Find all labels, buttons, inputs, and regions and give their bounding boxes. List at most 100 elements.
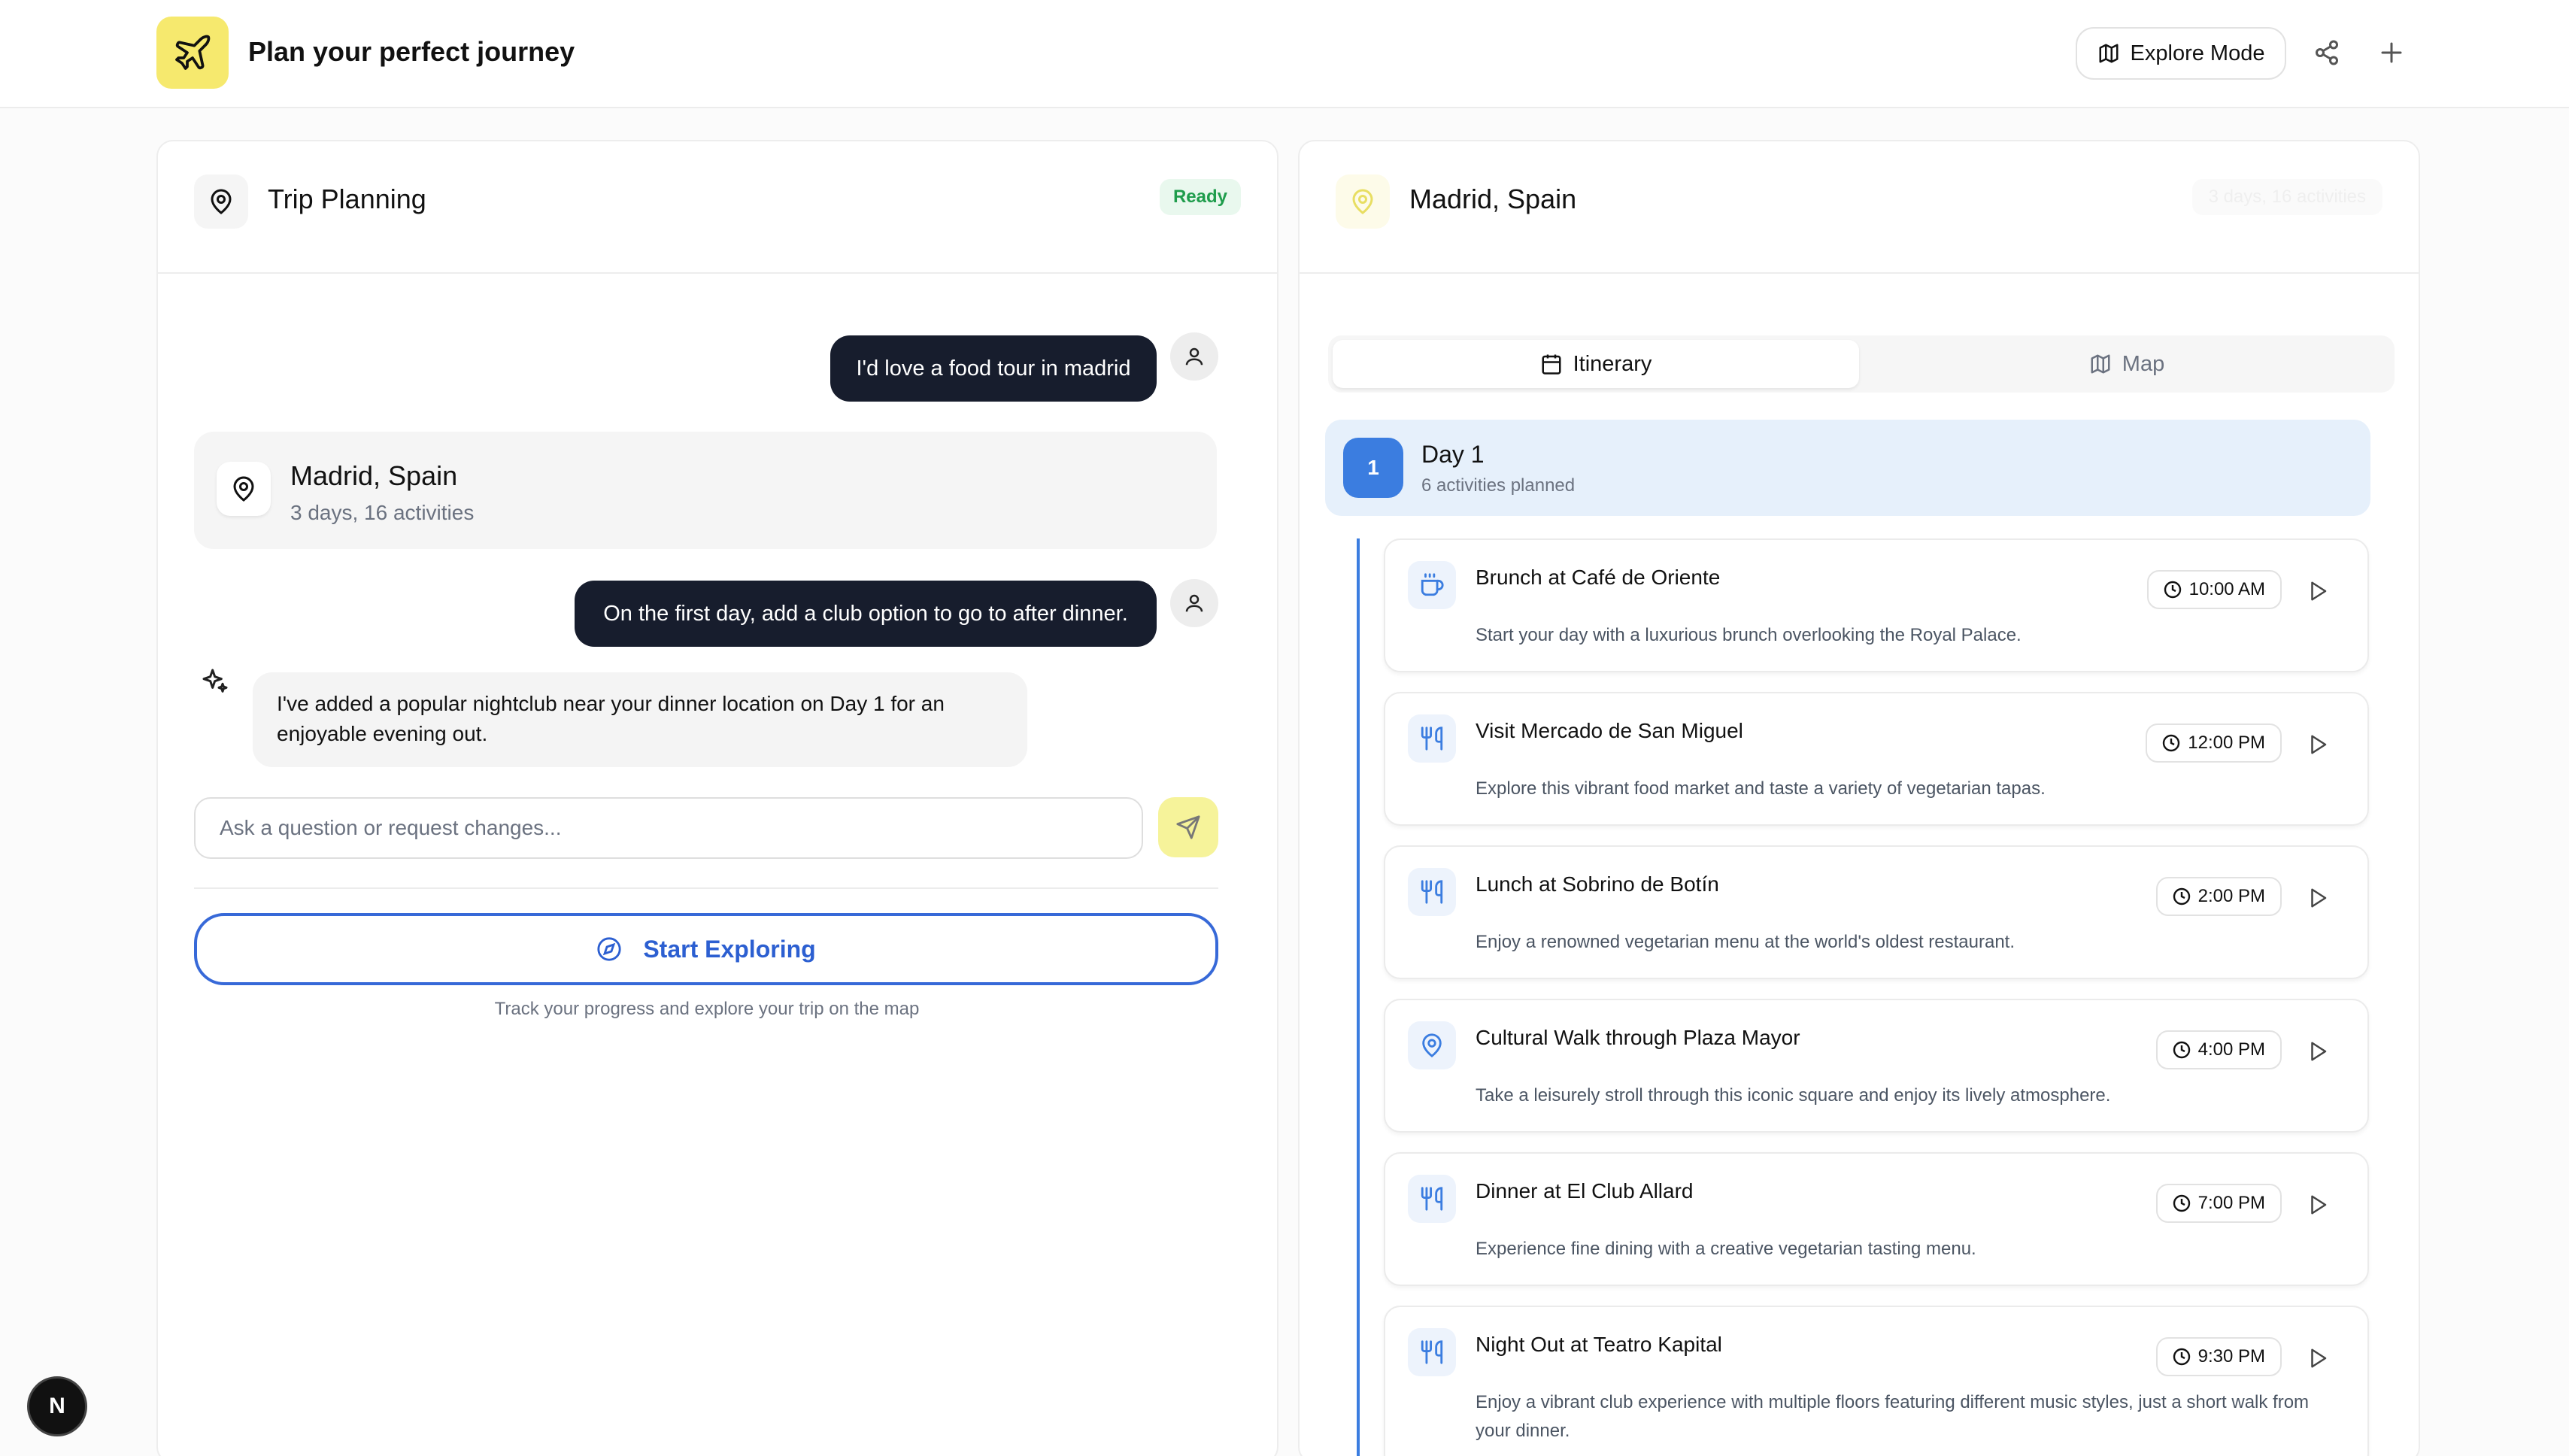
play-button[interactable] <box>2303 1036 2333 1066</box>
share-button[interactable] <box>2310 36 2343 69</box>
tab-map-label: Map <box>2122 351 2165 376</box>
trip-planning-panel: Trip Planning Ready I'd love a food tour… <box>156 140 1278 1456</box>
app-title: Plan your perfect journey <box>248 36 575 67</box>
utensils-icon <box>1421 880 1443 904</box>
activity-title: Dinner at El Club Allard <box>1476 1179 1694 1203</box>
activity-description: Take a leisurely stroll through this ico… <box>1476 1085 2111 1106</box>
activity-description: Enjoy a vibrant club experience with mul… <box>1476 1392 2310 1441</box>
map-pin-icon <box>1422 1033 1442 1057</box>
clock-icon <box>2173 887 2190 905</box>
clock-icon <box>2173 1194 2190 1212</box>
play-icon <box>2311 1348 2327 1368</box>
tab-itinerary-label: Itinerary <box>1573 351 1652 376</box>
activity-card[interactable]: Visit Mercado de San Miguel 12:00 PM Exp… <box>1384 692 2369 826</box>
play-button[interactable] <box>2303 730 2333 760</box>
activity-icon-container <box>1408 1328 1456 1376</box>
activity-title: Lunch at Sobrino de Botín <box>1476 872 1719 896</box>
day-number-badge: 1 <box>1343 438 1403 498</box>
map-icon <box>2099 44 2119 63</box>
play-button[interactable] <box>2303 576 2333 606</box>
clock-icon <box>2164 581 2181 599</box>
play-button[interactable] <box>2303 883 2333 913</box>
destination-subtitle: 3 days, 16 activities <box>290 501 475 524</box>
divider <box>194 887 1218 889</box>
new-trip-button[interactable] <box>2375 36 2408 69</box>
activity-title: Brunch at Café de Oriente <box>1476 566 1721 589</box>
view-tabs: Itinerary Map <box>1328 335 2395 393</box>
trip-planning-title: Trip Planning <box>268 184 426 214</box>
destination-title: Madrid, Spain <box>1409 184 1577 214</box>
dev-tools-badge[interactable]: N <box>27 1376 87 1436</box>
activity-time-label: 4:00 PM <box>2197 1039 2265 1060</box>
start-exploring-hint: Track your progress and explore your tri… <box>494 999 920 1019</box>
calendar-icon <box>1542 354 1561 375</box>
plus-icon <box>2381 42 2402 63</box>
utensils-icon <box>1421 1340 1443 1364</box>
activity-title: Visit Mercado de San Miguel <box>1476 719 1743 742</box>
top-bar: Plan your perfect journey Explore Mode <box>0 0 2569 108</box>
user-icon <box>1185 347 1203 366</box>
start-exploring-label: Start Exploring <box>643 935 816 963</box>
activity-time-label: 2:00 PM <box>2197 886 2265 906</box>
activity-card[interactable]: Brunch at Café de Oriente 10:00 AM Start… <box>1384 538 2369 672</box>
activity-description: Start your day with a luxurious brunch o… <box>1476 625 2022 645</box>
clock-icon <box>2163 734 2180 752</box>
destination-pin-container <box>217 462 271 516</box>
activity-time: 7:00 PM <box>2155 1184 2282 1223</box>
clock-icon <box>2173 1348 2190 1366</box>
activity-card[interactable]: Night Out at Teatro Kapital 9:30 PM Enjo… <box>1384 1306 2369 1456</box>
sparkles-icon <box>202 669 228 693</box>
day-header[interactable]: 1 Day 1 6 activities planned <box>1325 420 2370 516</box>
explore-mode-button[interactable]: Explore Mode <box>2076 27 2286 80</box>
play-button[interactable] <box>2303 1190 2333 1220</box>
send-button[interactable] <box>1158 797 1218 857</box>
share-icon <box>2316 40 2338 65</box>
tab-itinerary[interactable]: Itinerary <box>1333 340 1859 388</box>
assistant-message-bubble: I've added a popular nightclub near your… <box>253 672 1027 767</box>
destination-card[interactable]: Madrid, Spain 3 days, 16 activities <box>194 432 1217 549</box>
map-pin-icon <box>233 476 254 502</box>
activity-time: 2:00 PM <box>2155 877 2282 916</box>
coffee-icon <box>1421 573 1444 596</box>
play-icon <box>2311 735 2327 754</box>
activity-title: Cultural Walk through Plaza Mayor <box>1476 1026 1800 1049</box>
activity-card[interactable]: Lunch at Sobrino de Botín 2:00 PM Enjoy … <box>1384 845 2369 979</box>
activity-time: 4:00 PM <box>2155 1030 2282 1069</box>
trip-summary-badge: 3 days, 16 activities <box>2191 179 2382 215</box>
activity-icon-container <box>1408 714 1456 763</box>
itinerary-header: Madrid, Spain 3 days, 16 activities <box>1300 141 2419 274</box>
play-button[interactable] <box>2303 1343 2333 1373</box>
activity-time-label: 7:00 PM <box>2197 1193 2265 1213</box>
play-icon <box>2311 581 2327 601</box>
activity-description: Enjoy a renowned vegetarian menu at the … <box>1476 932 2015 952</box>
clock-icon <box>2173 1041 2190 1059</box>
utensils-icon <box>1421 1187 1443 1211</box>
compass-icon <box>597 937 621 961</box>
map-icon <box>2091 354 2110 374</box>
user-icon <box>1185 594 1203 612</box>
start-exploring-button[interactable]: Start Exploring <box>194 913 1218 985</box>
user-avatar <box>1170 332 1218 381</box>
tab-map[interactable]: Map <box>1864 340 2390 388</box>
app-logo[interactable] <box>156 17 229 89</box>
activity-icon-container <box>1408 561 1456 609</box>
itinerary-panel: Madrid, Spain 3 days, 16 activities Itin… <box>1298 140 2420 1456</box>
activity-time: 10:00 AM <box>2146 570 2282 609</box>
activity-icon-container <box>1408 1175 1456 1223</box>
status-badge: Ready <box>1159 179 1241 215</box>
assistant-avatar <box>194 660 236 702</box>
activity-card[interactable]: Dinner at El Club Allard 7:00 PM Experie… <box>1384 1152 2369 1286</box>
day-title: Day 1 <box>1421 441 1485 468</box>
user-message-bubble: On the first day, add a club option to g… <box>575 581 1157 647</box>
utensils-icon <box>1421 726 1443 751</box>
activity-card[interactable]: Cultural Walk through Plaza Mayor 4:00 P… <box>1384 999 2369 1133</box>
activity-time: 9:30 PM <box>2155 1337 2282 1376</box>
chat-input[interactable]: Ask a question or request changes... <box>194 797 1143 859</box>
play-icon <box>2311 1042 2327 1061</box>
play-icon <box>2311 1195 2327 1215</box>
activity-description: Explore this vibrant food market and tas… <box>1476 778 2046 799</box>
user-message-bubble: I'd love a food tour in madrid <box>830 335 1157 402</box>
map-pin-icon <box>1352 189 1373 214</box>
timeline-line <box>1357 538 1360 1456</box>
activity-icon-container <box>1408 1021 1456 1069</box>
